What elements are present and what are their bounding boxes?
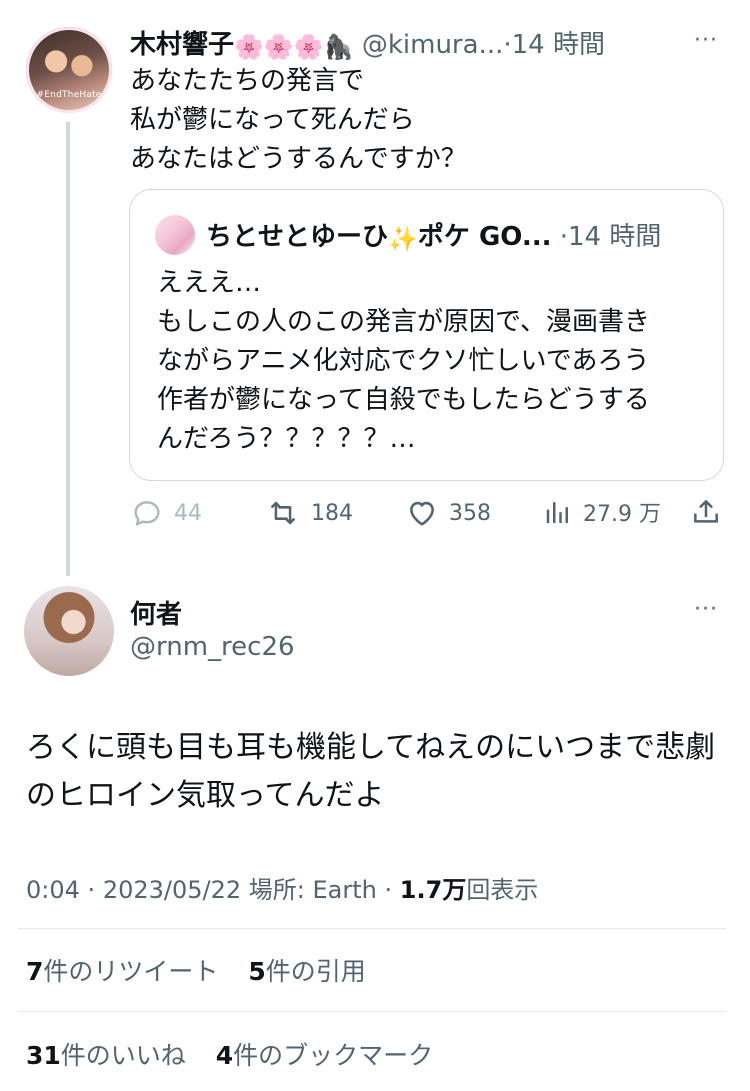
- likes-value: 31: [26, 1041, 61, 1070]
- retweet-count: 184: [311, 500, 353, 526]
- bookmarks-value: 4: [215, 1041, 234, 1070]
- heart-icon: [410, 501, 434, 526]
- quote-time: 14 時間: [568, 222, 662, 252]
- quote-header: ちとせとゆーひ✨ポケ GO... ·14 時間: [206, 216, 661, 253]
- quotes-link[interactable]: 5件の引用: [248, 957, 365, 986]
- retweets-value: 7: [26, 957, 44, 986]
- flower-icon: 🌸: [234, 33, 264, 61]
- separator: ·: [559, 222, 568, 252]
- views-value: 1.7万: [399, 876, 467, 904]
- author-handle[interactable]: @kimura...: [362, 30, 504, 60]
- likes-label: 件のいいね: [60, 1041, 186, 1070]
- tweet-time[interactable]: 14 時間: [512, 30, 605, 60]
- quotes-value: 5: [248, 957, 266, 986]
- view-count: 27.9 万: [583, 502, 661, 527]
- tweet-header: 木村響子🌸🌸🌸🦍 @kimura...·14 時間: [130, 24, 605, 61]
- reply-icon: [134, 501, 160, 526]
- flower-icon: 🌸: [293, 33, 324, 61]
- tweet-timestamp: 0:04 · 2023/05/22 場所: Earth · 1.7万回表示: [26, 870, 538, 905]
- reply-count: 44: [174, 500, 202, 526]
- share-icon: [694, 500, 718, 523]
- views-label: 回表示: [466, 876, 539, 904]
- engagement-row: 7件のリツイート 5件の引用: [26, 952, 366, 988]
- reply-text: ろくに頭も目も耳も機能してねえのにいつまで悲劇のヒロイン気取ってんだよ: [26, 730, 716, 813]
- flower-icon: 🌸: [263, 33, 294, 61]
- separator: ·: [384, 876, 393, 904]
- tweet-text: あなたたちの発言で 私が鬱になって死んだら あなたはどうするんですか？: [130, 66, 467, 174]
- quote-author-suffix: ポケ GO...: [417, 222, 552, 252]
- retweet-icon: [271, 501, 295, 525]
- sparkles-icon: ✨: [388, 225, 418, 253]
- reply-author-avatar[interactable]: [24, 586, 114, 676]
- views-icon: [546, 502, 568, 524]
- share-button[interactable]: [690, 496, 722, 528]
- gorilla-icon: 🦍: [323, 33, 354, 61]
- like-count: 358: [449, 500, 491, 526]
- quote-author-avatar: [155, 215, 195, 255]
- bookmarks-label: 件のブックマーク: [233, 1041, 434, 1070]
- author-name[interactable]: 木村響子: [130, 30, 234, 60]
- retweet-button[interactable]: 184: [265, 496, 353, 530]
- separator: ·: [87, 876, 96, 904]
- more-icon[interactable]: ···: [694, 28, 718, 53]
- tweet-actions: 44 184 358 27.9 万: [130, 496, 730, 536]
- divider: [18, 928, 726, 929]
- more-icon[interactable]: ···: [694, 597, 718, 622]
- divider: [18, 1011, 726, 1012]
- date: 2023/05/22: [102, 876, 242, 904]
- thread-line: [66, 122, 70, 576]
- author-avatar[interactable]: [26, 27, 112, 113]
- likes-link[interactable]: 31件のいいね: [26, 1041, 186, 1070]
- like-button[interactable]: 358: [405, 496, 491, 530]
- reply-button[interactable]: 44: [130, 496, 202, 530]
- engagement-row: 31件のいいね 4件のブックマーク: [26, 1036, 433, 1072]
- quotes-label: 件の引用: [265, 957, 366, 986]
- time: 0:04: [26, 876, 80, 904]
- retweets-link[interactable]: 7件のリツイート: [26, 957, 218, 986]
- quote-text: えええ… もしこの人のこの発言が原因で、漫画書き ながらアニメ化対応でクソ忙しい…: [157, 268, 650, 454]
- retweets-label: 件のリツイート: [43, 957, 219, 986]
- reply-author-handle[interactable]: @rnm_rec26: [130, 632, 295, 662]
- views-button[interactable]: 27.9 万: [543, 496, 661, 528]
- separator: ·: [503, 30, 512, 60]
- avatar-tag: #EndTheHate: [36, 90, 102, 100]
- location: 場所: Earth: [248, 876, 377, 904]
- bookmarks-link[interactable]: 4件のブックマーク: [216, 1041, 433, 1070]
- quote-author-name: ちとせとゆーひ: [206, 222, 389, 252]
- reply-author-name[interactable]: 何者: [130, 594, 182, 631]
